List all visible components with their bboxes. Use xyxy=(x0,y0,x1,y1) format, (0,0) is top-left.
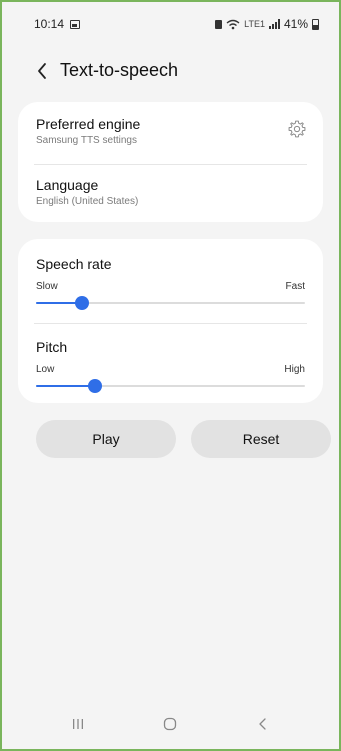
back-arrow-icon[interactable] xyxy=(32,62,52,80)
home-icon xyxy=(164,717,177,731)
speech-rate-slider[interactable] xyxy=(36,295,305,311)
divider xyxy=(34,323,307,324)
network-type-label: LTE1 xyxy=(244,19,265,29)
pitch-slider[interactable] xyxy=(36,378,305,394)
slider-fill xyxy=(36,385,96,387)
slider-thumb[interactable] xyxy=(74,296,89,310)
language-row[interactable]: Language English (United States) xyxy=(18,177,323,207)
recent-apps-icon xyxy=(73,719,84,729)
speech-rate-title: Speech rate xyxy=(36,256,112,272)
signal-strength-icon xyxy=(268,19,280,29)
status-left: 10:14 xyxy=(34,17,81,31)
system-navigation-bar xyxy=(2,699,339,749)
speech-rate-labels: Slow Fast xyxy=(36,281,305,292)
play-button[interactable]: Play xyxy=(36,420,176,458)
battery-icon xyxy=(312,18,319,30)
page-title: Text-to-speech xyxy=(60,60,179,80)
wifi-icon xyxy=(226,19,240,29)
engine-settings-card: Preferred engine Samsung TTS settings La… xyxy=(18,102,323,222)
speech-rate-max-label: Fast xyxy=(285,281,305,292)
slider-thumb[interactable] xyxy=(88,379,103,393)
language-title: Language xyxy=(36,177,99,193)
lock-icon xyxy=(215,19,223,29)
back-button[interactable] xyxy=(248,709,278,739)
status-time: 10:14 xyxy=(34,17,65,31)
pitch-row: Pitch Low High xyxy=(18,339,323,394)
pitch-max-label: High xyxy=(284,364,305,375)
preferred-engine-row[interactable]: Preferred engine Samsung TTS settings xyxy=(18,116,323,146)
speech-rate-min-label: Slow xyxy=(36,281,58,292)
gear-icon[interactable] xyxy=(287,119,307,139)
pitch-title: Pitch xyxy=(36,339,68,355)
home-button[interactable] xyxy=(155,709,185,739)
status-bar: 10:14 LTE1 41% xyxy=(2,2,339,46)
phone-frame: 10:14 LTE1 41% Text-to-speech Preferred … xyxy=(0,0,341,751)
pitch-labels: Low High xyxy=(36,364,305,375)
speech-rate-row: Speech rate Slow Fast xyxy=(18,256,323,311)
app-header: Text-to-speech xyxy=(32,60,178,81)
reset-button[interactable]: Reset xyxy=(191,420,331,458)
language-subtitle: English (United States) xyxy=(36,196,139,207)
divider xyxy=(34,164,307,165)
preferred-engine-title: Preferred engine xyxy=(36,116,141,132)
voice-sliders-card: Speech rate Slow Fast Pitch Low High xyxy=(18,239,323,403)
recent-apps-button[interactable] xyxy=(63,709,93,739)
status-right: LTE1 41% xyxy=(215,17,319,31)
gallery-notification-icon xyxy=(70,19,81,29)
preferred-engine-subtitle: Samsung TTS settings xyxy=(36,135,137,146)
battery-percentage: 41% xyxy=(283,17,308,31)
back-chevron-icon xyxy=(259,718,266,730)
pitch-min-label: Low xyxy=(36,364,55,375)
